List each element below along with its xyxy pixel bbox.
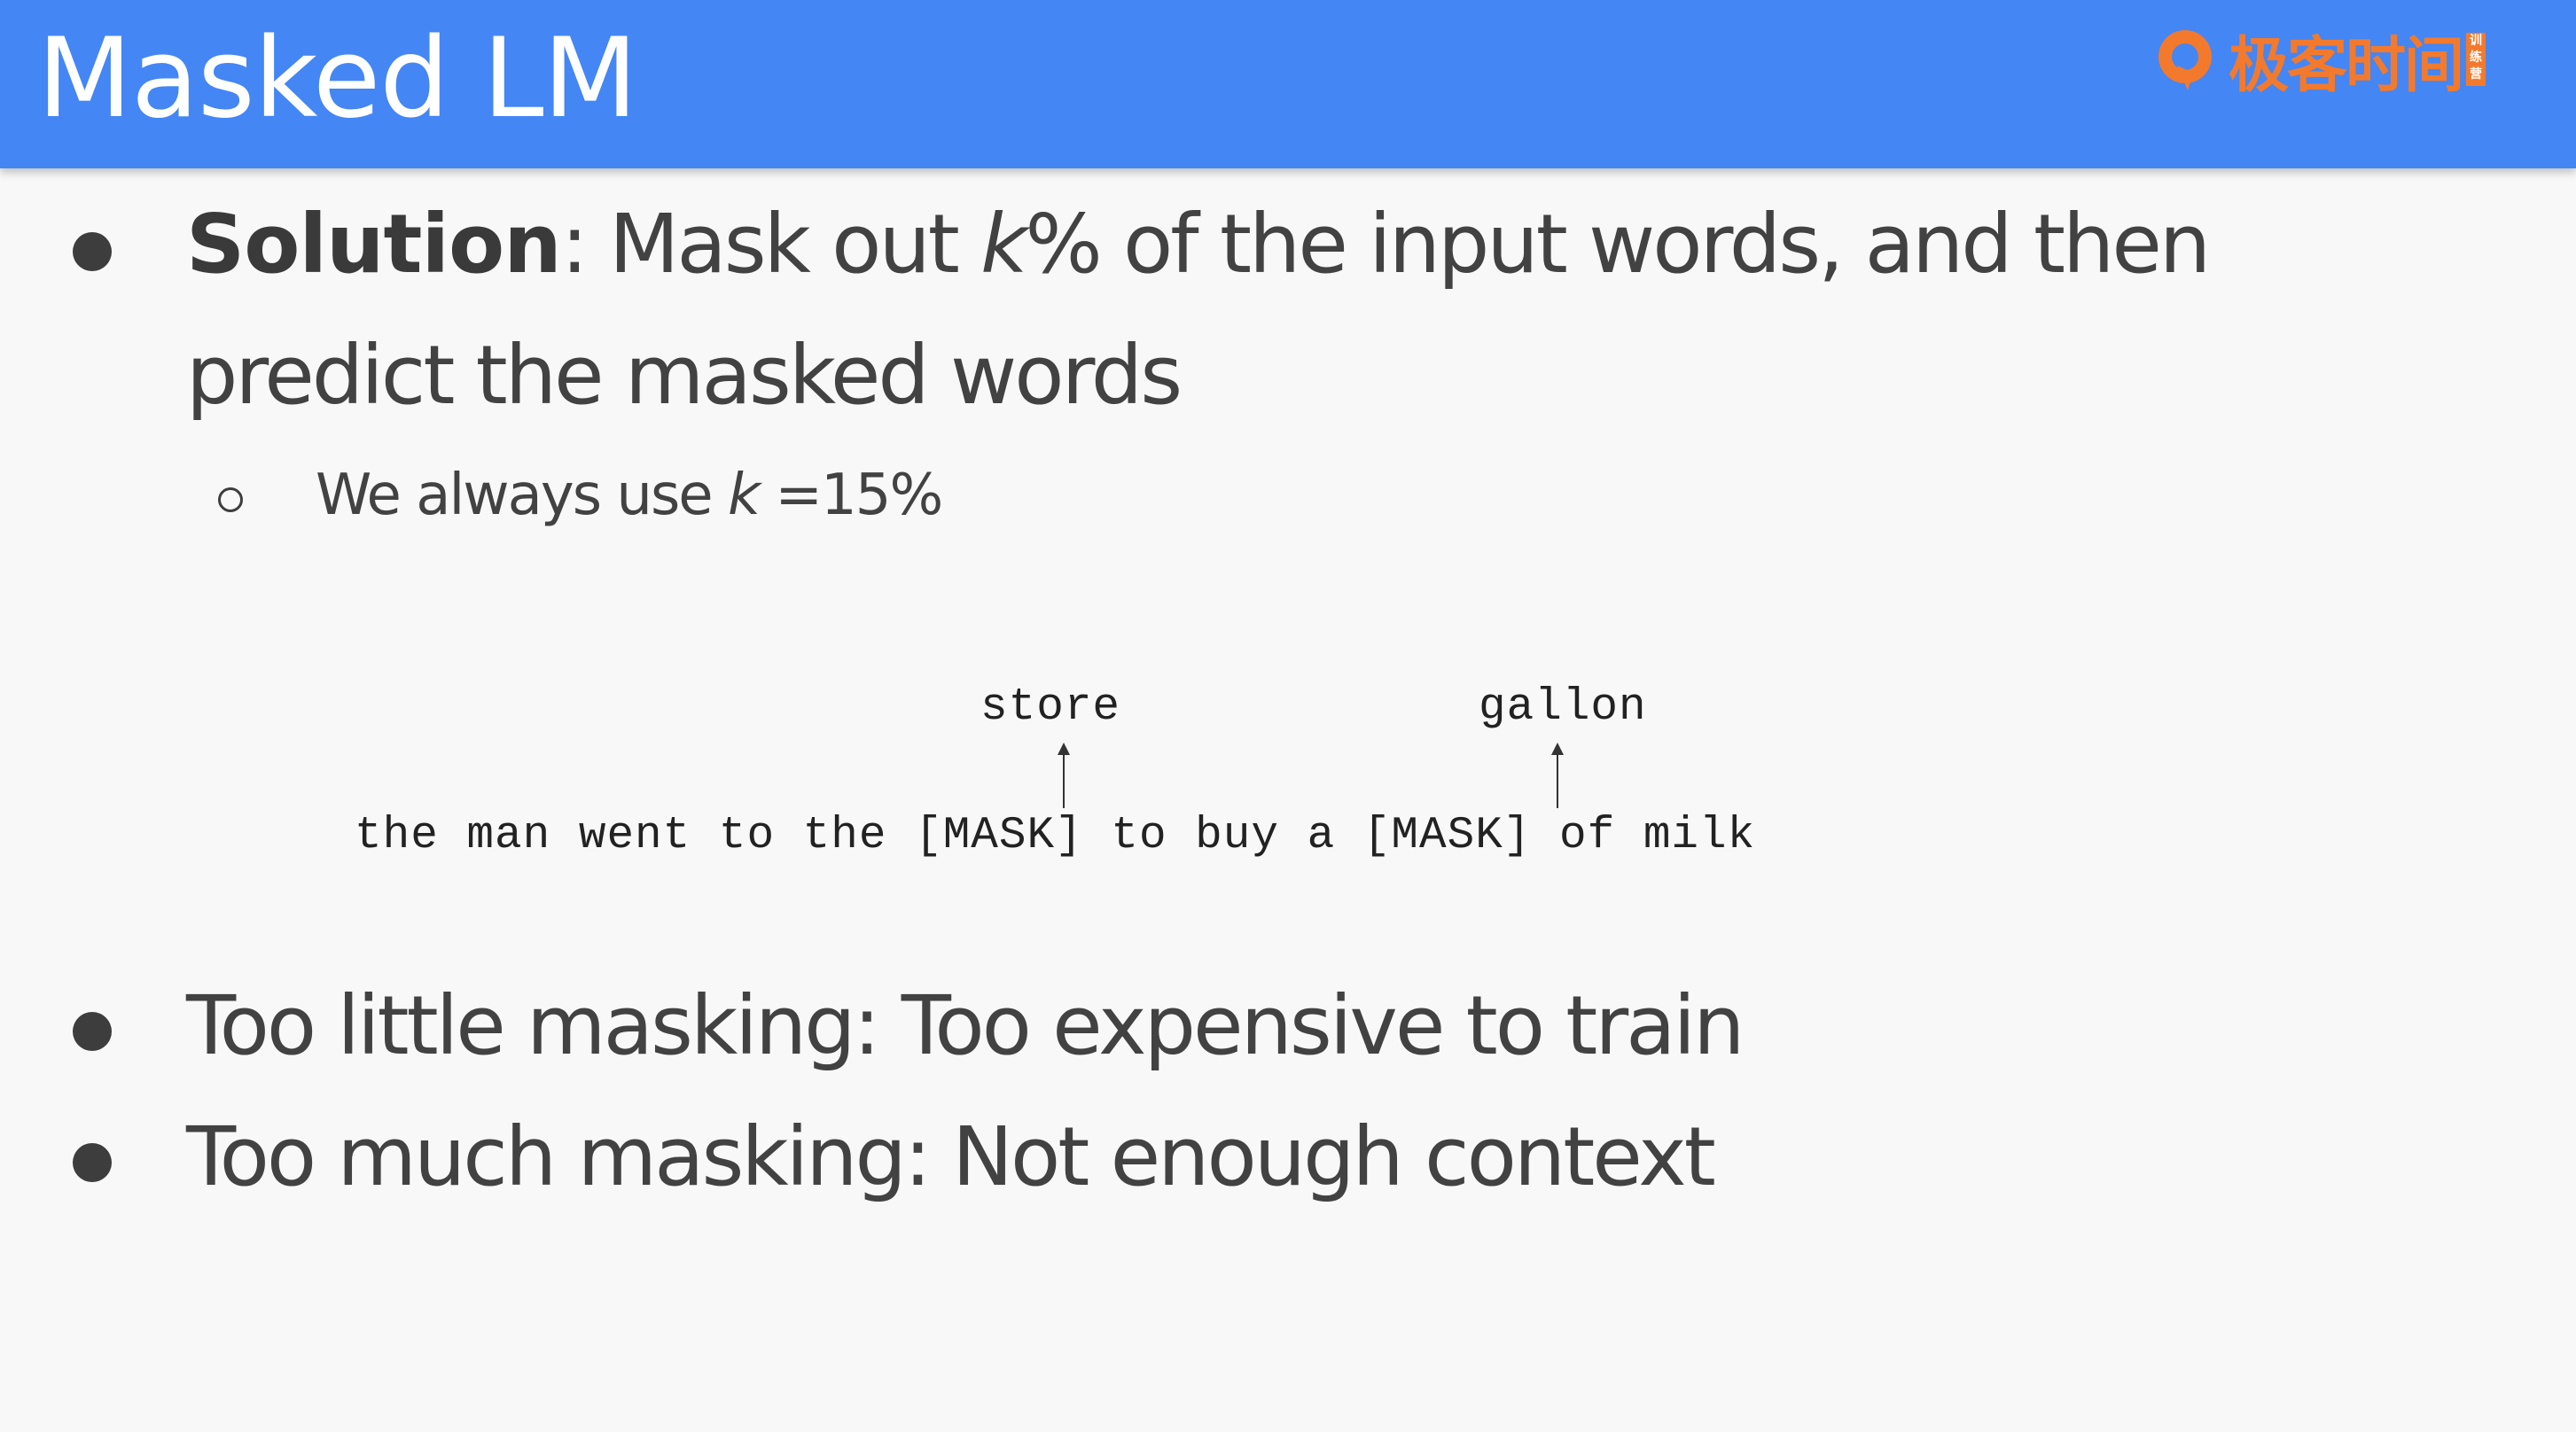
slide-header: Masked LM 极客时间 训练营 — [0, 0, 2576, 168]
bullet-dot — [73, 1012, 112, 1051]
bullet-too-much: Too much masking: Not enough context — [186, 1109, 1716, 1204]
bullet-solution-line1: Solution: Mask out k% of the input words… — [186, 197, 2211, 292]
sub-bullet-k-var: k — [728, 463, 761, 528]
bullet-dot — [73, 232, 112, 271]
logo-text: 极客时间 — [2229, 30, 2464, 101]
logo-badge: 训练营 — [2466, 33, 2486, 86]
bullet-solution-line2: predict the masked words — [186, 328, 1183, 423]
masked-sentence: the man went to the [MASK] to buy a [MAS… — [355, 811, 1756, 861]
solution-text-b: % of the input words, and then — [1025, 197, 2211, 292]
brand-logo: 极客时间 训练营 — [2152, 19, 2486, 101]
bullet-dot — [73, 1143, 112, 1182]
sub-bullet-k-value: We always use k =15% — [316, 463, 943, 528]
sub-bullet-circle — [218, 487, 243, 512]
slide-title: Masked LM — [37, 15, 637, 143]
solution-label: Solution — [186, 197, 562, 292]
geektime-logo-icon — [2152, 27, 2218, 92]
prediction-gallon: gallon — [1479, 682, 1647, 733]
bullet-too-little: Too little masking: Too expensive to tra… — [186, 978, 1745, 1073]
sub-bullet-text-b: =15% — [759, 463, 943, 528]
arrow-up-gallon — [1551, 743, 1564, 808]
prediction-store: store — [980, 682, 1121, 733]
sub-bullet-text-a: We always use — [316, 463, 728, 528]
solution-text-a: : Mask out — [560, 197, 981, 292]
solution-k-var: k — [980, 197, 1027, 292]
arrow-up-store — [1058, 743, 1070, 808]
